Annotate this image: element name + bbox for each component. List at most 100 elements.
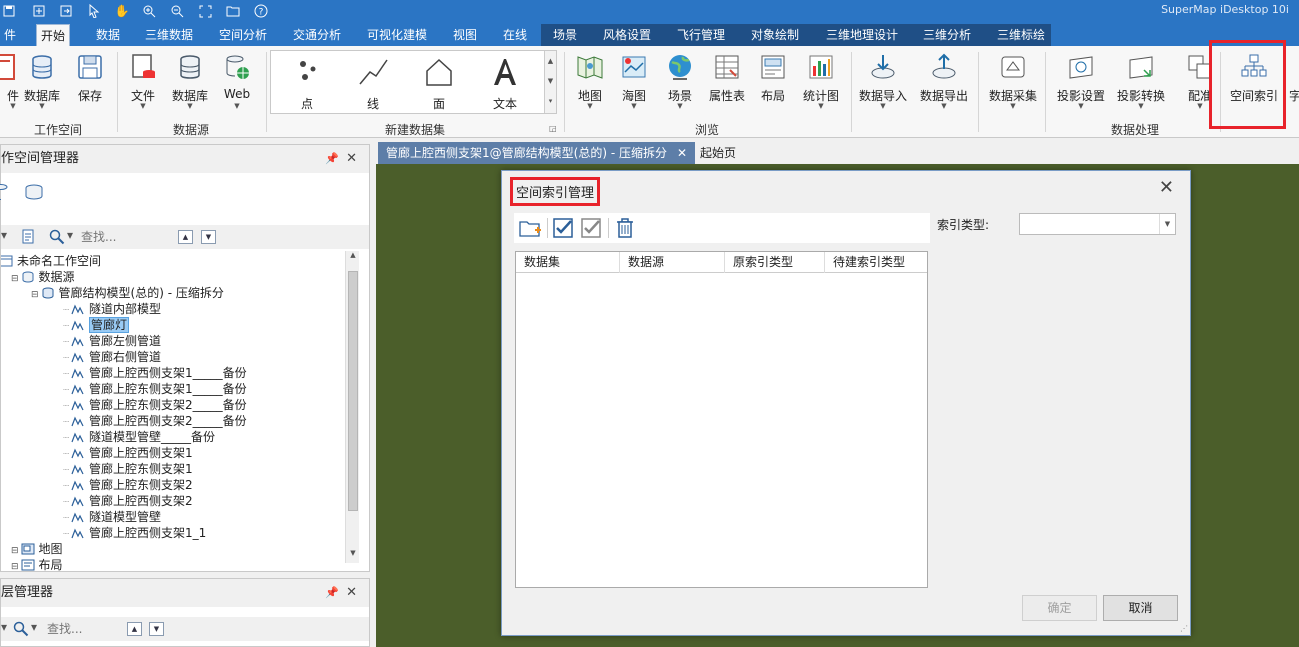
tree-node[interactable]: ⊟ 数据源 [11, 269, 75, 285]
open-window-icon[interactable] [57, 2, 75, 20]
data-export-button[interactable]: 数据导出 ▼ [918, 50, 970, 120]
tree-node[interactable]: ┈ 管廊右侧管道 [63, 349, 161, 365]
close-icon[interactable]: ✕ [1159, 177, 1174, 198]
tab-file[interactable]: 件 [0, 24, 20, 46]
zoom-in-icon[interactable] [140, 2, 158, 20]
delete-trash-icon[interactable] [613, 216, 637, 240]
tree-node[interactable]: ⊟ 管廊结构模型(总的) - 压缩拆分 [31, 285, 224, 301]
doc-tab-scene[interactable]: 管廊上腔西侧支架1@管廊结构模型(总的) - 压缩拆分 ✕ [378, 142, 696, 164]
select-all-icon[interactable] [551, 216, 575, 240]
chevron-down-icon[interactable]: ▾ [1, 228, 7, 242]
pin-icon[interactable]: 📌 [325, 145, 339, 173]
tree-expand-icon[interactable]: ⊟ [11, 274, 19, 284]
tab-online[interactable]: 在线 [499, 24, 531, 46]
ok-button[interactable]: 确定 [1022, 595, 1097, 621]
data-import-button[interactable]: 数据导入 ▼ [857, 50, 909, 120]
arrow-down-button[interactable]: ▼ [149, 622, 164, 636]
arrow-up-button[interactable]: ▲ [178, 230, 193, 244]
chevron-down-icon[interactable]: ▾ [31, 620, 37, 634]
close-icon[interactable]: ✕ [346, 145, 357, 173]
cancel-button[interactable]: 取消 [1103, 595, 1178, 621]
tab-3d-analysis[interactable]: 三维分析 [919, 24, 975, 46]
tree-node[interactable]: ┈ 管廊灯 [63, 317, 130, 333]
tab-flight-management[interactable]: 飞行管理 [673, 24, 729, 46]
tab-visual-modeling[interactable]: 可视化建模 [363, 24, 431, 46]
datasource-web-button[interactable]: Web ▼ [211, 50, 263, 120]
search-icon[interactable] [13, 621, 29, 637]
browse-statistics-chart-button[interactable]: 统计图 ▼ [795, 50, 847, 120]
dialog-launcher-icon[interactable]: ◲ [549, 124, 557, 133]
doc-tab-start-page[interactable]: 起始页 [692, 142, 744, 164]
resize-grip-icon[interactable]: ⋰ [1180, 624, 1188, 633]
datasource-database-button[interactable]: 数据库 ▼ [164, 50, 216, 120]
workspace-database-button[interactable]: 数据库 ▼ [16, 50, 68, 120]
column-header-original-index[interactable]: 原索引类型 [725, 252, 825, 273]
tab-view[interactable]: 视图 [449, 24, 481, 46]
add-dataset-icon[interactable] [518, 216, 542, 240]
tab-start[interactable]: 开始 [36, 24, 71, 46]
pan-hand-icon[interactable]: ✋ [113, 2, 131, 20]
save-workspace-button[interactable]: 保存 [64, 50, 116, 120]
tree-node[interactable]: ┈ 管廊上腔东侧支架2 [63, 477, 193, 493]
search-icon[interactable] [49, 229, 65, 245]
tree-node[interactable]: ┈ 管廊上腔西侧支架2_____备份 [63, 413, 247, 429]
tree-node[interactable]: ┈ 隧道内部模型 [63, 301, 161, 317]
gallery-scroll[interactable]: ▲ ▼ ▾ [544, 51, 556, 113]
close-icon[interactable]: ✕ [677, 146, 687, 160]
chevron-down-icon[interactable]: ▼ [1159, 214, 1175, 234]
invert-select-icon[interactable] [579, 216, 603, 240]
tree-scrollbar[interactable]: ▲ ▼ [345, 251, 359, 563]
tree-expand-icon[interactable]: ⊟ [31, 290, 39, 300]
tab-style-settings[interactable]: 风格设置 [599, 24, 655, 46]
scroll-up-icon[interactable]: ▲ [346, 251, 360, 265]
tab-scene[interactable]: 场景 [549, 24, 581, 46]
tree-node[interactable]: ┈ 管廊左侧管道 [63, 333, 161, 349]
open-folder-icon[interactable] [224, 2, 242, 20]
tree-node[interactable]: ┈ 隧道模型管壁_____备份 [63, 429, 215, 445]
arrow-up-button[interactable]: ▲ [127, 622, 142, 636]
pin-icon[interactable]: 📌 [325, 579, 339, 607]
new-window-icon[interactable] [30, 2, 48, 20]
tab-3d-data[interactable]: 三维数据 [141, 24, 197, 46]
arrow-down-button[interactable]: ▼ [201, 230, 216, 244]
scroll-down-icon[interactable]: ▼ [346, 549, 360, 563]
datasource-icon[interactable] [23, 181, 45, 203]
index-type-select[interactable]: ▼ [1019, 213, 1176, 235]
document-icon[interactable] [21, 229, 35, 245]
tab-object-drawing[interactable]: 对象绘制 [747, 24, 803, 46]
browse-layout-button[interactable]: 布局 [747, 50, 799, 120]
tree-node[interactable]: ┈ 管廊上腔西侧支架2 [63, 493, 193, 509]
save-icon[interactable] [0, 2, 18, 20]
data-collection-button[interactable]: 数据采集 ▼ [987, 50, 1039, 120]
tab-3d-plotting[interactable]: 三维标绘 [993, 24, 1049, 46]
tree-node[interactable]: ⊟ 地图 [11, 541, 63, 557]
full-extent-icon[interactable] [196, 2, 214, 20]
tab-spatial-analysis[interactable]: 空间分析 [215, 24, 271, 46]
projection-transform-button[interactable]: 投影转换 ▼ [1115, 50, 1167, 120]
new-line-dataset-button[interactable]: 线 [343, 55, 403, 111]
help-icon[interactable]: ? [252, 2, 270, 20]
new-text-dataset-button[interactable]: 文本 [475, 55, 535, 111]
tree-node[interactable]: ┈ 管廊上腔东侧支架1_____备份 [63, 381, 247, 397]
close-icon[interactable]: ✕ [346, 579, 357, 607]
column-header-datasource[interactable]: 数据源 [620, 252, 725, 273]
browse-attribute-table-button[interactable]: 属性表 [701, 50, 753, 120]
zoom-out-icon[interactable] [168, 2, 186, 20]
browse-chart-button[interactable]: 海图 ▼ [608, 50, 660, 120]
column-header-target-index[interactable]: 待建索引类型 [825, 252, 927, 273]
tree-expand-icon[interactable]: ⊟ [11, 562, 19, 571]
tree-node[interactable]: ┈ 管廊上腔西侧支架1_1 [63, 525, 206, 541]
layer-search-input[interactable] [47, 620, 137, 638]
datasource-file-button[interactable]: 文件 ▼ [117, 50, 169, 120]
tree-node[interactable]: ⊟ 布局 [11, 557, 63, 571]
tree-node[interactable]: 未命名工作空间 [1, 253, 101, 269]
tree-node[interactable]: ┈ 管廊上腔西侧支架1_____备份 [63, 365, 247, 381]
scroll-thumb[interactable] [348, 271, 358, 511]
workspace-icon[interactable] [0, 181, 15, 203]
tree-node[interactable]: ┈ 隧道模型管壁 [63, 509, 161, 525]
browse-scene-button[interactable]: 场景 ▼ [654, 50, 706, 120]
tree-node[interactable]: ┈ 管廊上腔东侧支架2_____备份 [63, 397, 247, 413]
new-region-dataset-button[interactable]: 面 [409, 55, 469, 111]
projection-settings-button[interactable]: 投影设置 ▼ [1055, 50, 1107, 120]
workspace-search-input[interactable] [81, 228, 171, 246]
